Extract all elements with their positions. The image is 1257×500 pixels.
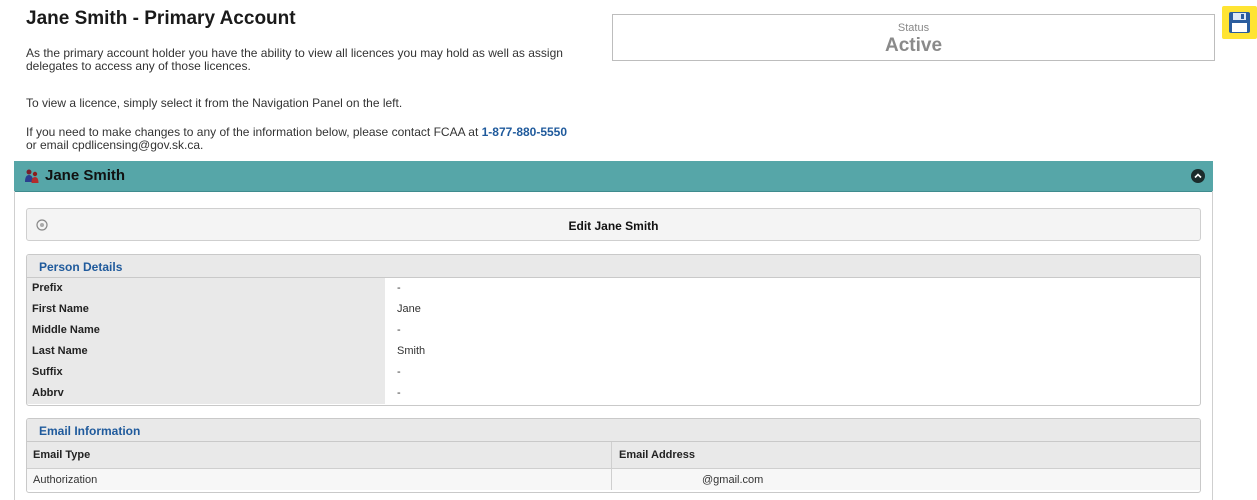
save-button[interactable] bbox=[1222, 6, 1257, 39]
person-details-header: Person Details bbox=[27, 255, 1200, 278]
detail-label: Prefix bbox=[27, 278, 385, 299]
detail-value: - bbox=[397, 366, 401, 378]
phone-link[interactable]: 1-877-880-5550 bbox=[482, 125, 567, 139]
detail-value: - bbox=[397, 282, 401, 294]
email-information-header: Email Information bbox=[27, 419, 1200, 442]
detail-row-suffix: Suffix - bbox=[27, 362, 1200, 383]
intro-text-3: If you need to make changes to any of th… bbox=[26, 126, 606, 152]
chevron-up-icon bbox=[1194, 173, 1202, 179]
detail-label: Last Name bbox=[27, 341, 385, 362]
detail-label: Suffix bbox=[27, 362, 385, 383]
email-information-title: Email Information bbox=[39, 424, 141, 438]
detail-value: - bbox=[397, 387, 401, 399]
detail-label: First Name bbox=[27, 299, 385, 320]
status-value: Active bbox=[884, 35, 943, 56]
status-label: Status bbox=[897, 22, 930, 34]
panel-title: Jane Smith bbox=[45, 167, 126, 184]
person-details-title: Person Details bbox=[39, 260, 123, 274]
person-details-section: Person Details Prefix - First Name Jane … bbox=[26, 254, 1201, 406]
edit-person-button[interactable]: Edit Jane Smith bbox=[26, 208, 1201, 241]
email-table-header: Email Type Email Address bbox=[27, 442, 1200, 469]
email-address-cell: @gmail.com bbox=[702, 474, 764, 486]
column-header-email-address: Email Address bbox=[619, 449, 696, 461]
detail-value: Smith bbox=[397, 345, 426, 357]
person-details-rows: Prefix - First Name Jane Middle Name - L… bbox=[27, 278, 1200, 404]
detail-value: Jane bbox=[397, 303, 421, 315]
status-box: Status Active bbox=[612, 14, 1215, 61]
email-information-section: Email Information Email Type Email Addre… bbox=[26, 418, 1201, 493]
floppy-disk-icon bbox=[1229, 12, 1250, 33]
detail-value: - bbox=[397, 324, 401, 336]
column-divider bbox=[611, 442, 612, 468]
column-header-email-type: Email Type bbox=[33, 449, 91, 461]
detail-row-last-name: Last Name Smith bbox=[27, 341, 1200, 362]
page-title: Jane Smith - Primary Account bbox=[26, 8, 296, 29]
detail-row-first-name: First Name Jane bbox=[27, 299, 1200, 320]
email-type-cell: Authorization bbox=[33, 474, 98, 486]
column-divider bbox=[611, 469, 612, 490]
detail-row-prefix: Prefix - bbox=[27, 278, 1200, 299]
detail-row-abbrv: Abbrv - bbox=[27, 383, 1200, 404]
detail-label: Middle Name bbox=[27, 320, 385, 341]
table-row: Authorization @gmail.com bbox=[27, 469, 1200, 490]
account-panel-header[interactable]: Jane Smith bbox=[14, 161, 1213, 192]
contact-text: If you need to make changes to any of th… bbox=[26, 125, 479, 139]
collapse-button[interactable] bbox=[1191, 169, 1205, 183]
detail-row-middle-name: Middle Name - bbox=[27, 320, 1200, 341]
users-icon bbox=[25, 169, 39, 183]
email-contact-text: or email cpdlicensing@gov.sk.ca. bbox=[26, 138, 204, 152]
detail-label: Abbrv bbox=[27, 383, 385, 404]
edit-label: Edit Jane Smith bbox=[568, 219, 659, 233]
intro-text-2: To view a licence, simply select it from… bbox=[26, 96, 403, 110]
intro-text-1: As the primary account holder you have t… bbox=[26, 46, 563, 73]
